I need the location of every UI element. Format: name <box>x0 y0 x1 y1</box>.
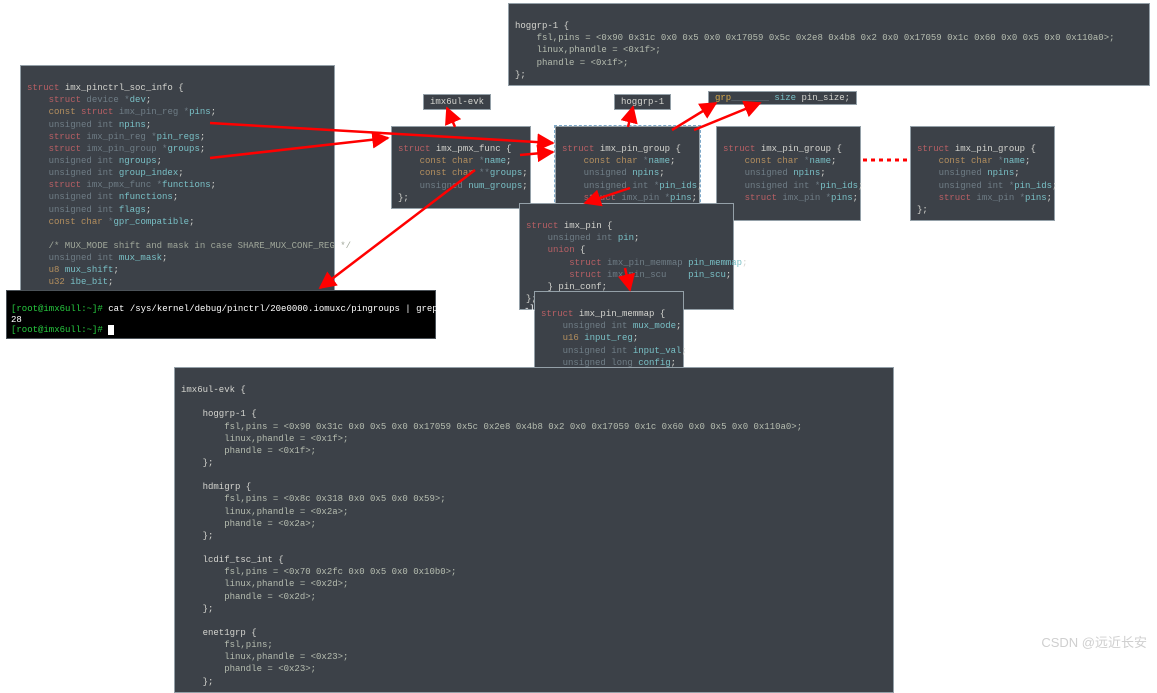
term-line: [root@imx6ull:~]# <box>11 325 114 335</box>
code-line: const char *name; <box>562 156 675 166</box>
watermark: CSDN @远近长安 <box>1041 632 1147 651</box>
code-line: struct imx_pinctrl_soc_info { <box>27 83 184 93</box>
code-line: struct imx_pin_reg *pin_regs; <box>27 132 205 142</box>
code-line: const struct imx_pin_reg *pins; <box>27 107 216 117</box>
code-line: unsigned int input_val; <box>541 346 687 356</box>
code-line: struct imx_pin_group *groups; <box>27 144 205 154</box>
code-line: unsigned num_groups; <box>398 181 528 191</box>
dts-hoggrp-box: hoggrp-1 { fsl,pins = <0x90 0x31c 0x0 0x… <box>508 3 1150 86</box>
code-line: unsigned int flags; <box>27 205 151 215</box>
code-line: struct imx_pin *pins; <box>562 193 697 203</box>
label-imx6ul-evk: imx6ul-evk <box>423 94 491 110</box>
code-line: struct imx_pin_memmap { <box>541 309 665 319</box>
code-line: struct imx_pin *pins; <box>917 193 1052 203</box>
code-line: struct imx_pin *pins; <box>723 193 858 203</box>
text: imx6ul-evk { <box>181 385 246 395</box>
text: fsl,pins = <0x90 0x31c 0x0 0x5 0x0 0x170… <box>181 422 802 432</box>
code-line: unsigned int group_index; <box>27 168 184 178</box>
terminal-box: [root@imx6ull:~]# cat /sys/kernel/debug/… <box>6 290 436 339</box>
text: phandle = <0x2d>; <box>181 592 316 602</box>
code-line: u8 mux_shift; <box>27 265 119 275</box>
code-line: const char *name; <box>398 156 511 166</box>
text: }; <box>515 70 526 80</box>
struct-soc-info: struct imx_pinctrl_soc_info { struct dev… <box>20 65 335 318</box>
text: phandle = <0x1f>; <box>181 446 316 456</box>
code-line: u16 input_reg; <box>541 333 638 343</box>
text: }; <box>181 604 213 614</box>
text: linux,phandle = <0x1f>; <box>181 434 348 444</box>
label-hoggrp-1: hoggrp-1 <box>614 94 671 110</box>
text: phandle = <0x1f>; <box>515 58 628 68</box>
code-line: unsigned int *pin_ids; <box>562 181 702 191</box>
struct-pin-group-2: struct imx_pin_group { const char *name;… <box>716 126 861 221</box>
code-line: const char **groups; <box>398 168 528 178</box>
code-line: union { <box>526 245 585 255</box>
struct-pin-group-3: struct imx_pin_group { const char *name;… <box>910 126 1055 221</box>
code-line: unsigned int npins; <box>27 120 151 130</box>
text: linux,phandle = <0x2d>; <box>181 579 348 589</box>
text: }; <box>181 677 213 687</box>
text: linux,phandle = <0x2a>; <box>181 507 348 517</box>
code-line: const char *name; <box>917 156 1030 166</box>
code-line: struct imx_pin { <box>526 221 612 231</box>
code-line: unsigned int mux_mode; <box>541 321 681 331</box>
code-line: unsigned npins; <box>562 168 665 178</box>
term-line: 28 <box>11 315 22 325</box>
text: fsl,pins = <0x8c 0x318 0x0 0x5 0x0 0x59>… <box>181 494 446 504</box>
code-line: const char *name; <box>723 156 836 166</box>
code-line: struct imx_pmx_func *functions; <box>27 180 216 190</box>
text: hoggrp-1 { <box>181 409 257 419</box>
code-line: /* MUX_MODE shift and mask in case SHARE… <box>27 241 351 251</box>
text: fsl,pins; <box>181 640 273 650</box>
code-line: struct imx_pin_group { <box>917 144 1036 154</box>
term-line: [root@imx6ull:~]# cat /sys/kernel/debug/… <box>11 304 535 314</box>
text: phandle = <0x2a>; <box>181 519 316 529</box>
code-line: unsigned npins; <box>917 168 1020 178</box>
text: hdmigrp { <box>181 482 251 492</box>
code-line: struct imx_pin_memmap pin_memmap; <box>526 258 747 268</box>
text: }; <box>181 531 213 541</box>
code-line: unsigned int *pin_ids; <box>917 181 1057 191</box>
code-line: struct imx_pin_group { <box>562 144 681 154</box>
code-line: struct imx_pin_group { <box>723 144 842 154</box>
text: phandle = <0x23>; <box>181 664 316 674</box>
struct-pmx-func: struct imx_pmx_func { const char *name; … <box>391 126 531 209</box>
text: linux,phandle = <0x23>; <box>181 652 348 662</box>
text: enet1grp { <box>181 628 257 638</box>
code-line: unsigned int nfunctions; <box>27 192 178 202</box>
code-line: unsigned int *pin_ids; <box>723 181 863 191</box>
annot-grp: grp <box>715 93 731 103</box>
code-line: u32 ibe_bit; <box>27 277 113 287</box>
text: fsl,pins = <0x90 0x31c 0x0 0x5 0x0 0x170… <box>515 33 1115 43</box>
code-line: unsigned npins; <box>723 168 826 178</box>
text: lcdif_tsc_int { <box>181 555 284 565</box>
code-line: unsigned int ngroups; <box>27 156 162 166</box>
code-line: }; <box>398 193 409 203</box>
annot-pinsize: pin_size; <box>801 93 850 103</box>
label-grp-annot: grp_______ size pin_size; <box>708 91 857 105</box>
code-line: unsigned int mux_mask; <box>27 253 167 263</box>
code-line: struct device *dev; <box>27 95 151 105</box>
code-line: const char *gpr_compatible; <box>27 217 194 227</box>
code-line: }; <box>917 205 928 215</box>
text: linux,phandle = <0x1f>; <box>515 45 661 55</box>
code-line: struct imx_pmx_func { <box>398 144 511 154</box>
text: fsl,pins = <0x70 0x2fc 0x0 0x5 0x0 0x10b… <box>181 567 456 577</box>
text: }; <box>181 458 213 468</box>
text: hoggrp-1 { <box>515 21 569 31</box>
code-line: struct imx_pin_scu pin_scu; <box>526 270 731 280</box>
annot-size: size <box>774 93 796 103</box>
code-line: unsigned int pin; <box>526 233 639 243</box>
dts-full-box: imx6ul-evk { hoggrp-1 { fsl,pins = <0x90… <box>174 367 894 693</box>
